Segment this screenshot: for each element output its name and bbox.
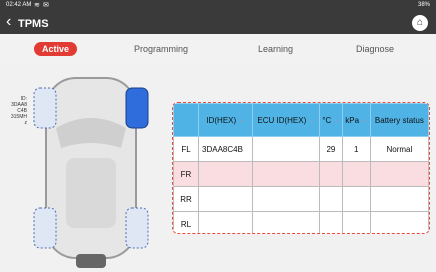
car-diagram [33, 77, 149, 268]
table-row-fl[interactable]: FL 3DAA8C4B 29 1 Normal [173, 136, 429, 162]
header-ecu-label: ECU ID(HEX) [257, 115, 307, 125]
wifi-icon: ≋ [34, 2, 40, 9]
tab-programming[interactable]: Programming [134, 44, 188, 54]
cell-ecu [251, 211, 321, 233]
sort-icon: ▼ [308, 118, 315, 125]
back-icon[interactable]: ‹ [6, 14, 11, 30]
table-row-rr[interactable]: RR [173, 186, 429, 212]
header-battery: Battery status [369, 103, 429, 137]
status-bar: 02:42 AM ≋ ✉ 38% [0, 0, 436, 12]
header-id-label: ID(HEX) [206, 115, 237, 125]
cell-pos: FR [173, 161, 199, 187]
sort-icon: ▼ [238, 118, 245, 125]
table-row-fr[interactable]: FR [173, 161, 429, 187]
cell-id: 3DAA8C4B [198, 136, 253, 162]
cell-id [198, 211, 253, 233]
tire-fr-icon[interactable] [125, 87, 149, 129]
header-id[interactable]: ID(HEX) ▼ [198, 103, 253, 137]
status-time: 02:42 AM [6, 2, 32, 8]
sensor-info: ID: 3DAA8 C4B 315MH z [5, 96, 27, 126]
spare-tire-icon [76, 254, 106, 268]
cell-battery [369, 211, 429, 233]
cell-pos: FL [173, 136, 199, 162]
table-header-row: ID(HEX) ▼ ECU ID(HEX) ▼ °C ▼ kPa ▼ Batte… [173, 103, 429, 137]
sort-icon: ▼ [361, 118, 368, 125]
cell-pos: RR [173, 186, 199, 212]
header-kpa-label: kPa [345, 115, 360, 125]
header-temp[interactable]: °C ▼ [319, 103, 343, 137]
header-temp-label: °C [322, 115, 332, 125]
cell-battery [369, 186, 429, 212]
tab-diagnose[interactable]: Diagnose [356, 44, 394, 54]
cell-kpa [341, 186, 371, 212]
cell-temp [319, 211, 343, 233]
tab-bar: Active Programming Learning Diagnose [0, 34, 436, 64]
cell-id [198, 161, 253, 187]
cabin [66, 158, 116, 228]
tire-rl-icon[interactable] [33, 207, 57, 249]
cell-battery: Normal [369, 136, 429, 162]
sensor-info-line: z [24, 120, 28, 126]
cell-temp [319, 186, 343, 212]
mail-icon: ✉ [43, 2, 49, 9]
battery-level: 38% [417, 2, 430, 8]
tire-rr-icon[interactable] [125, 207, 149, 249]
tab-active[interactable]: Active [34, 42, 78, 56]
header-position [173, 103, 199, 137]
cell-pos: RL [173, 211, 199, 233]
sensor-table: ID(HEX) ▼ ECU ID(HEX) ▼ °C ▼ kPa ▼ Batte… [173, 103, 429, 233]
cell-ecu [251, 136, 321, 162]
cell-kpa: 1 [341, 136, 371, 162]
sensor-table-container: ID(HEX) ▼ ECU ID(HEX) ▼ °C ▼ kPa ▼ Batte… [172, 102, 430, 234]
tire-fl-icon[interactable] [33, 87, 57, 129]
cell-id [198, 186, 253, 212]
sort-icon: ▼ [333, 118, 340, 125]
cell-ecu [251, 186, 321, 212]
cell-temp [319, 161, 343, 187]
cell-battery [369, 161, 429, 187]
cell-ecu [251, 161, 321, 187]
tab-learning[interactable]: Learning [258, 44, 293, 54]
cell-kpa [341, 161, 371, 187]
table-row-rl[interactable]: RL [173, 211, 429, 233]
page-title: TPMS [18, 18, 49, 30]
cell-kpa [341, 211, 371, 233]
header-ecu-id[interactable]: ECU ID(HEX) ▼ [251, 103, 321, 137]
title-bar: ‹ TPMS ⌂ [0, 12, 436, 34]
home-icon[interactable]: ⌂ [412, 15, 428, 31]
cell-temp: 29 [319, 136, 343, 162]
header-kpa[interactable]: kPa ▼ [341, 103, 371, 137]
